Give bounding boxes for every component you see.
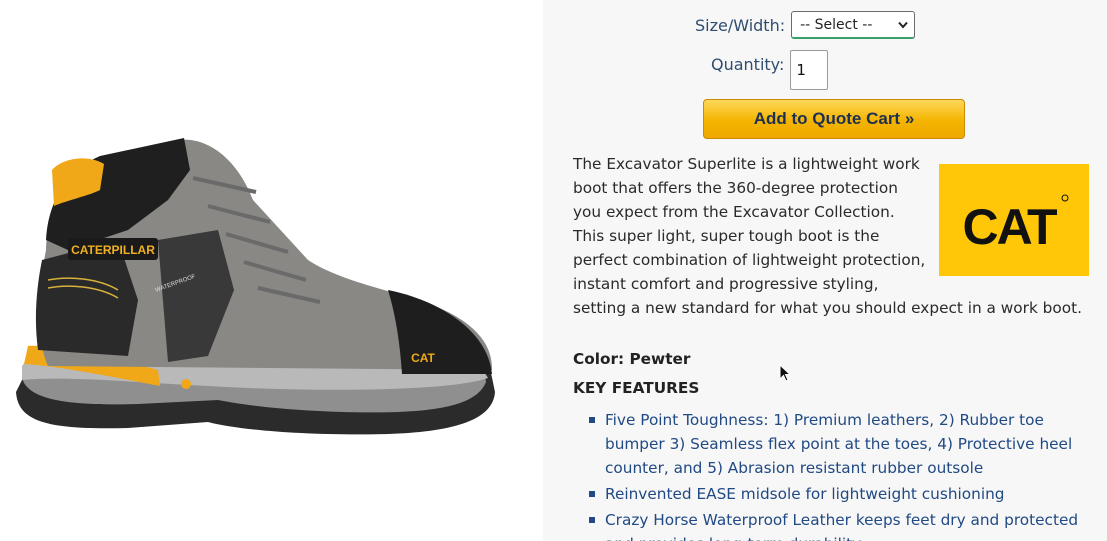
square-bullet-icon — [589, 517, 595, 523]
quantity-row: Quantity: 1 — [711, 50, 829, 90]
product-image[interactable]: CATERPILLAR WATERPROOF CAT — [8, 130, 500, 445]
product-page: CATERPILLAR WATERPROOF CAT Size/Width: -… — [0, 0, 1107, 541]
product-description: CAT The Excavator Superlite is a lightwe… — [573, 152, 1093, 320]
key-features-heading: KEY FEATURES — [573, 379, 700, 397]
product-image-panel: CATERPILLAR WATERPROOF CAT — [0, 0, 543, 541]
square-bullet-icon — [589, 417, 595, 423]
size-width-selected-value: -- Select -- — [800, 16, 873, 33]
feature-text: Reinvented EASE midsole for lightweight … — [605, 485, 1005, 503]
feature-item-leather[interactable]: Crazy Horse Waterproof Leather keeps fee… — [573, 508, 1103, 541]
feature-item-toughness[interactable]: Five Point Toughness: 1) Premium leather… — [573, 408, 1103, 480]
cat-logo-icon: CAT — [939, 164, 1089, 276]
add-to-quote-cart-button[interactable]: Add to Quote Cart » — [703, 99, 965, 139]
size-width-label: Size/Width: — [695, 15, 786, 35]
quantity-label: Quantity: — [711, 55, 785, 74]
feature-item-midsole[interactable]: Reinvented EASE midsole for lightweight … — [573, 482, 1103, 506]
cat-logo-text: CAT — [962, 199, 1057, 255]
arrow-cursor-icon — [779, 364, 791, 382]
feature-text: Five Point Toughness: 1) Premium leather… — [605, 411, 1073, 477]
color-line: Color: Pewter — [573, 350, 691, 368]
chevron-down-icon — [898, 21, 908, 29]
boot-badge-label: CAT — [411, 351, 435, 365]
size-width-row: Size/Width: -- Select -- — [695, 11, 916, 39]
size-width-select[interactable]: -- Select -- — [791, 11, 916, 39]
quantity-input[interactable]: 1 — [790, 50, 829, 90]
square-bullet-icon — [589, 491, 595, 497]
feature-text: Crazy Horse Waterproof Leather keeps fee… — [605, 511, 1079, 541]
product-details-panel: Size/Width: -- Select -- Quantity: 1 Add… — [543, 0, 1107, 541]
key-features-list: Five Point Toughness: 1) Premium leather… — [573, 408, 1103, 541]
boot-brand-label: CATERPILLAR — [71, 243, 155, 257]
